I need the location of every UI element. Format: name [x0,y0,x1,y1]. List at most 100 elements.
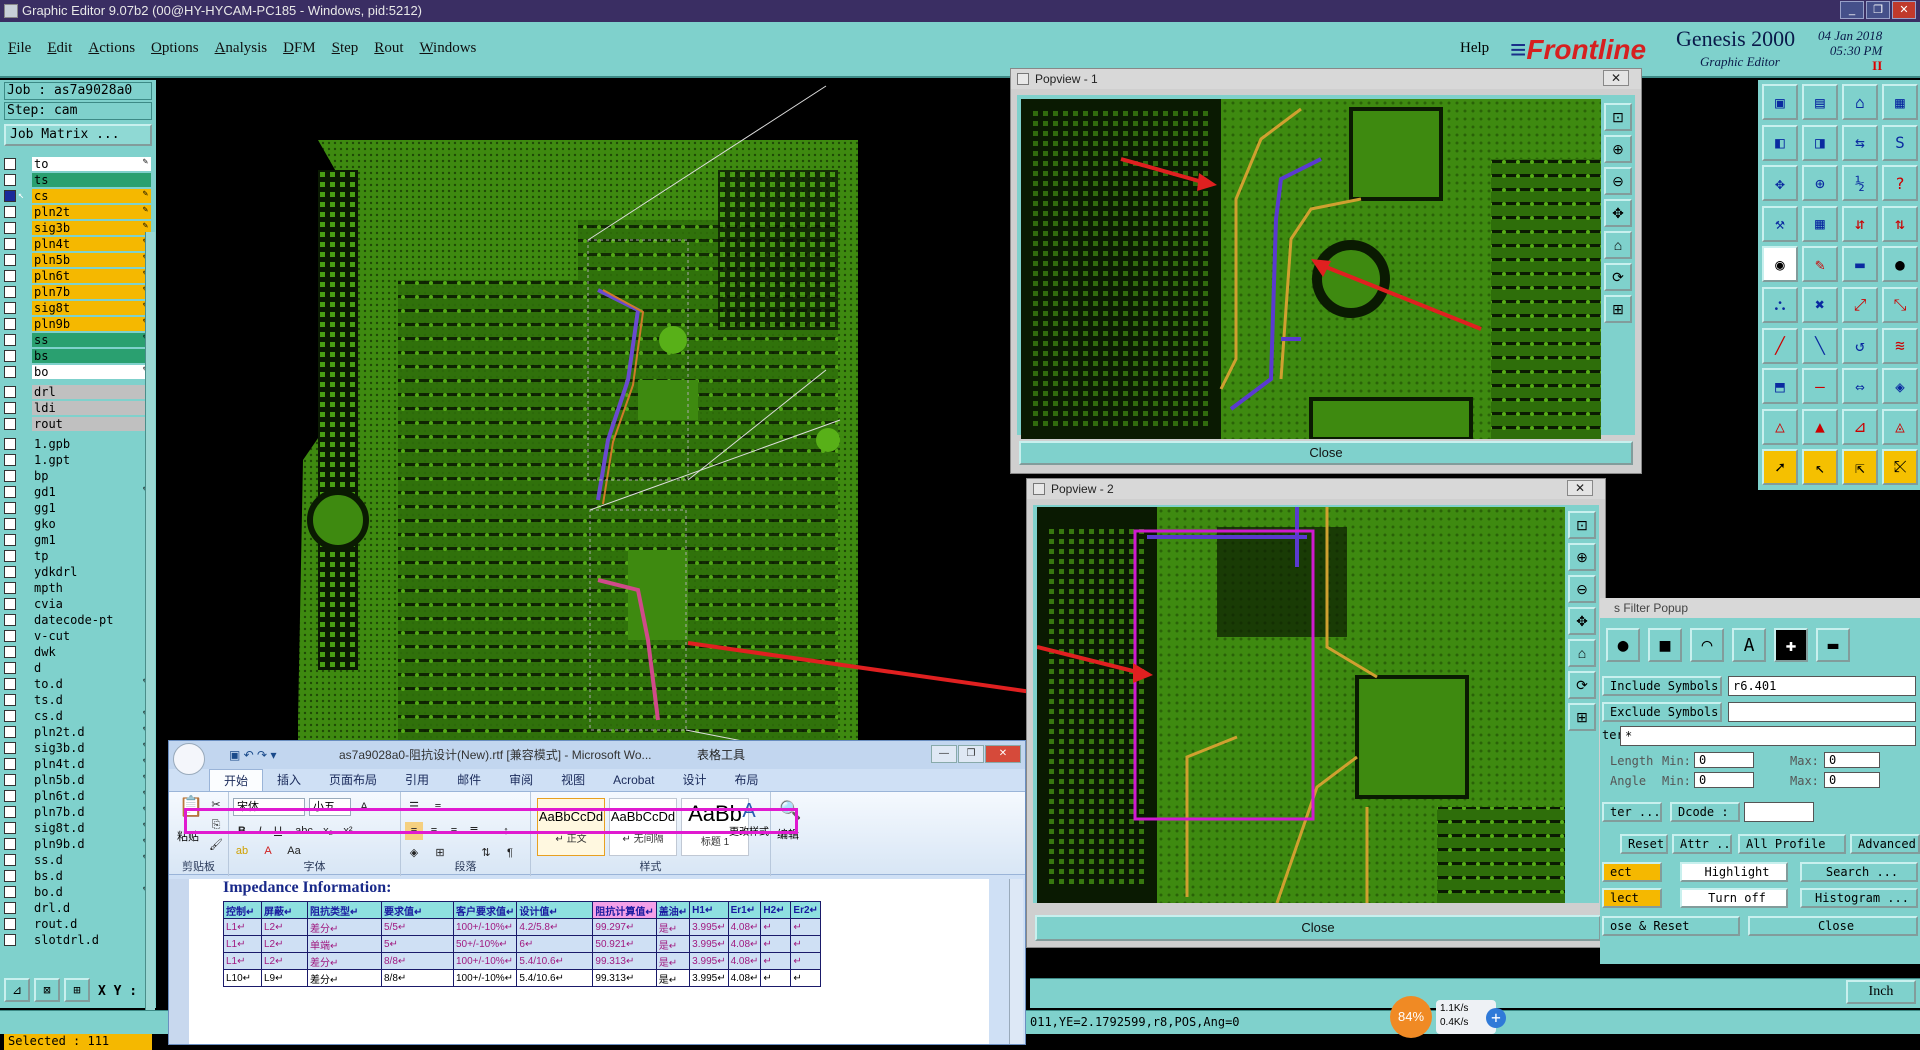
layer-checkbox[interactable] [4,694,16,706]
layer-checkbox[interactable] [4,350,16,362]
table-header-cell[interactable]: 设计值↵ [516,901,594,919]
layer-row-1-gpb[interactable]: 1.gpb [4,436,154,452]
layer-name[interactable]: bo.d [32,885,151,899]
layer-checkbox[interactable] [4,870,16,882]
tools-icon[interactable]: ⚒ [1762,205,1798,242]
layer-name[interactable]: ts [32,173,151,187]
layer-name[interactable]: mpth [32,581,151,595]
office-button-icon[interactable] [173,743,205,775]
filter-positive-icon[interactable]: ✚ [1774,628,1808,662]
layer-name[interactable]: bs [32,349,151,363]
layer-checkbox[interactable] [4,550,16,562]
table-cell[interactable]: 100+/-10%↵ [452,918,518,936]
layer-checkbox[interactable] [4,270,16,282]
layer-name[interactable]: v-cut [32,629,151,643]
layer-name[interactable]: cs [32,189,151,203]
table-cell[interactable]: L1↵ [223,952,262,970]
table-cell[interactable]: 5↵ [381,935,454,953]
layer-checkbox[interactable] [4,386,16,398]
layer-name[interactable]: d [32,661,151,675]
layer-name[interactable]: dwk [32,645,151,659]
layer-row-gm1[interactable]: gm1 [4,532,154,548]
layer-row-pln7b-d[interactable]: pln7b.d✎ [4,804,154,820]
pv1-redraw-icon[interactable]: ⟳ [1604,263,1632,291]
layer-checkbox[interactable] [4,678,16,690]
layer-checkbox[interactable] [4,502,16,514]
table-cell[interactable]: 4.08↵ [727,969,762,987]
menu-analysis[interactable]: Analysis [215,40,268,57]
tab-design[interactable]: 设计 [668,769,720,791]
table-cell[interactable]: L2↵ [261,935,308,953]
flow-icon[interactable]: ⇵ [1842,205,1878,242]
layer-checkbox[interactable] [4,726,16,738]
tab-page-layout[interactable]: 页面布局 [315,769,391,791]
layout-icon[interactable]: ▦ [1882,84,1918,120]
layer-checkbox[interactable] [4,646,16,658]
tab-references[interactable]: 引用 [391,769,443,791]
ruler-icon[interactable]: ▬ [1842,246,1878,283]
popview-2-close-button[interactable]: Close [1035,915,1601,941]
flow2-icon[interactable]: ⇅ [1882,205,1918,242]
table-cell[interactable]: L9↵ [261,969,308,987]
menu-file[interactable]: File [8,40,31,57]
word-minimize-button[interactable]: — [931,745,957,763]
save-icon[interactable]: ▤ [1802,84,1838,120]
pointer4-icon[interactable]: ⤪ [1882,449,1918,486]
cross-icon[interactable]: ✖ [1802,286,1838,323]
include-symbols-input[interactable]: r6.401 [1728,676,1916,696]
arc-icon[interactable]: ↺ [1842,327,1878,364]
tab-layout[interactable]: 布局 [720,769,772,791]
word-vertical-scrollbar[interactable] [1009,879,1023,1044]
layer-row-gd1[interactable]: gd1✎ [4,484,154,500]
layer-row-rout[interactable]: rout [4,416,154,432]
shape-icon[interactable]: ◈ [1882,368,1918,405]
menu-step[interactable]: Step [332,40,359,57]
table-cell[interactable]: L1↵ [223,918,262,936]
table-cell[interactable]: L2↵ [261,918,308,936]
histogram-button[interactable]: Histogram ... [1800,888,1918,908]
grid-icon[interactable]: ▦ [1802,205,1838,242]
menu-rout[interactable]: Rout [374,40,403,57]
layer-checkbox[interactable] [4,838,16,850]
table-cell[interactable]: 是↵ [655,918,691,936]
move-icon[interactable]: ✥ [1762,165,1798,202]
length-min-input[interactable]: 0 [1694,752,1754,768]
arrow-right-icon[interactable]: ◨ [1802,124,1838,161]
tri2-icon[interactable]: ▲ [1802,408,1838,445]
layer-row-slotdrl-d[interactable]: slotdrl.d [4,932,154,948]
layer-row-pln6t[interactable]: pln6t✎ [4,268,154,284]
layer-row-pln2t[interactable]: pln2t ✎ [4,204,154,220]
table-cell[interactable]: 99.297↵ [592,918,657,936]
menu-edit[interactable]: Edit [47,40,72,57]
layer-row-tp[interactable]: tp [4,548,154,564]
layer-name[interactable]: rout.d [32,917,151,931]
layer-name[interactable]: drl [32,385,151,399]
pv1-fit-icon[interactable]: ⊡ [1604,103,1632,131]
table-header-cell[interactable]: H1↵ [689,901,729,919]
tab-insert[interactable]: 插入 [263,769,315,791]
pointer2-icon[interactable]: ↖ [1802,449,1838,486]
layer-row-pln9b[interactable]: pln9b✎ [4,316,154,332]
layer-row-to-d[interactable]: to.d✎ [4,676,154,692]
tab-review[interactable]: 审阅 [495,769,547,791]
table-header-cell[interactable]: Er2↵ [790,901,822,919]
filter-close-button[interactable]: Close [1748,916,1918,936]
layer-row-mpth[interactable]: mpth [4,580,154,596]
table-cell[interactable]: 99.313↵ [592,952,657,970]
advanced-button[interactable]: Advanced... [1850,834,1920,854]
layer-row-ss[interactable]: ss✎ [4,332,154,348]
layer-name[interactable]: bo [32,365,151,379]
menu-help[interactable]: Help [1460,40,1489,57]
layer-name[interactable]: cs.d [32,709,151,723]
layer-name[interactable]: pln9b.d [32,837,151,851]
layer-name[interactable]: pln2t [32,205,151,219]
layer-name[interactable]: bs.d [32,869,151,883]
angle-max-input[interactable]: 0 [1824,772,1880,788]
layer-checkbox[interactable] [4,366,16,378]
layer-row-bs-d[interactable]: bs.d [4,868,154,884]
layer-row-gko[interactable]: gko [4,516,154,532]
layer-checkbox[interactable] [4,742,16,754]
layer-checkbox[interactable] [4,402,16,414]
angle-min-input[interactable]: 0 [1694,772,1754,788]
layer-name[interactable]: ldi [32,401,151,415]
